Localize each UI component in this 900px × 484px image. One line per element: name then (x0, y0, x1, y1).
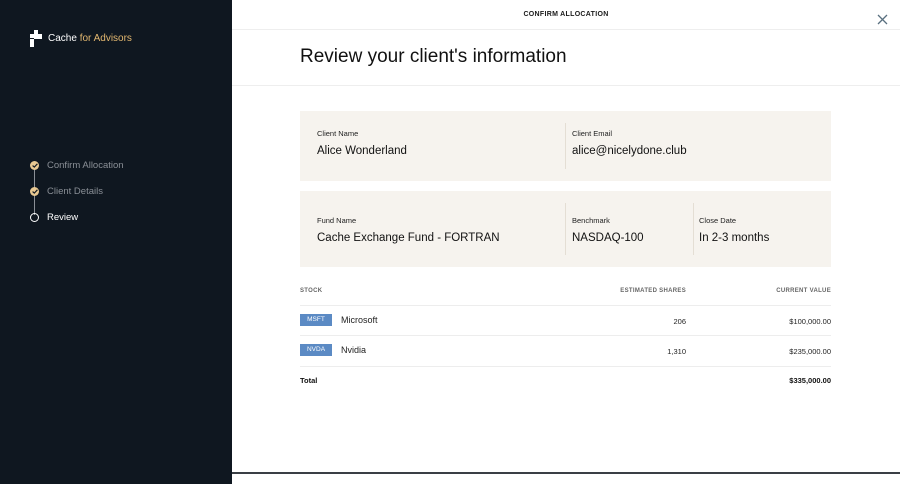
cache-logo-icon (30, 30, 42, 47)
client-email-value: alice@nicelydone.club (572, 145, 687, 157)
column-header-value: CURRENT VALUE (776, 288, 831, 294)
table-row: MSFT Microsoft 206 $100,000.00 (300, 305, 831, 335)
page-title: Review your client's information (300, 46, 567, 67)
fund-name-label: Fund Name (317, 216, 357, 225)
fund-name-field: Fund Name Cache Exchange Fund - FORTRAN (317, 216, 500, 244)
close-date-value: In 2-3 months (699, 232, 770, 244)
close-date-label: Close Date (699, 216, 737, 225)
step-label: Client Details (47, 185, 103, 197)
current-value: $235,000.00 (789, 347, 831, 356)
total-label: Total (300, 376, 318, 385)
step-review[interactable]: Review (30, 204, 124, 230)
step-confirm-allocation[interactable]: Confirm Allocation (30, 152, 124, 178)
divider (565, 123, 566, 169)
stock-name: Microsoft (341, 315, 378, 325)
ticker-badge: MSFT (300, 314, 332, 326)
brand-suffix: for Advisors (79, 33, 132, 44)
sidebar: Cache for Advisors Confirm Allocation Cl… (0, 0, 232, 484)
page-header: Review your client's information (232, 30, 900, 86)
column-header-stock: STOCK (300, 288, 323, 294)
check-icon (30, 160, 39, 170)
benchmark-value: NASDAQ-100 (572, 232, 644, 244)
step-label: Review (47, 211, 79, 223)
close-icon (877, 14, 888, 25)
client-info-card: Client Name Alice Wonderland Client Emai… (300, 111, 831, 181)
divider (693, 203, 694, 255)
progress-steps: Confirm Allocation Client Details Review (30, 152, 124, 230)
benchmark-label: Benchmark (572, 216, 610, 225)
current-step-icon (30, 212, 39, 222)
client-name-field: Client Name Alice Wonderland (317, 129, 407, 157)
total-value: $335,000.00 (789, 376, 831, 385)
brand-logo[interactable]: Cache for Advisors (30, 30, 132, 47)
column-header-shares: ESTIMATED SHARES (620, 288, 686, 294)
client-name-label: Client Name (317, 129, 359, 138)
shares-value: 1,310 (667, 347, 686, 356)
client-email-label: Client Email (572, 129, 613, 138)
table-divider (300, 366, 831, 367)
check-icon (30, 186, 39, 196)
step-client-details[interactable]: Client Details (30, 178, 124, 204)
shares-value: 206 (673, 317, 686, 326)
fund-info-card: Fund Name Cache Exchange Fund - FORTRAN … (300, 191, 831, 267)
divider (565, 203, 566, 255)
close-button[interactable] (877, 12, 888, 25)
client-name-value: Alice Wonderland (317, 145, 407, 157)
brand-name: Cache (48, 33, 77, 44)
current-value: $100,000.00 (789, 317, 831, 326)
stock-name: Nvidia (341, 345, 367, 355)
main-panel: CONFIRM ALLOCATION Review your client's … (232, 0, 900, 484)
fund-name-value: Cache Exchange Fund - FORTRAN (317, 232, 500, 244)
ticker-badge: NVDA (300, 344, 332, 356)
client-email-field: Client Email alice@nicelydone.club (572, 129, 687, 157)
topbar-title: CONFIRM ALLOCATION (523, 11, 609, 18)
step-label: Confirm Allocation (47, 159, 124, 171)
footer-bar (232, 472, 900, 484)
close-date-field: Close Date In 2-3 months (699, 216, 769, 244)
table-row: NVDA Nvidia 1,310 $235,000.00 (300, 335, 831, 365)
benchmark-field: Benchmark NASDAQ-100 (572, 216, 644, 244)
topbar: CONFIRM ALLOCATION (232, 0, 900, 30)
